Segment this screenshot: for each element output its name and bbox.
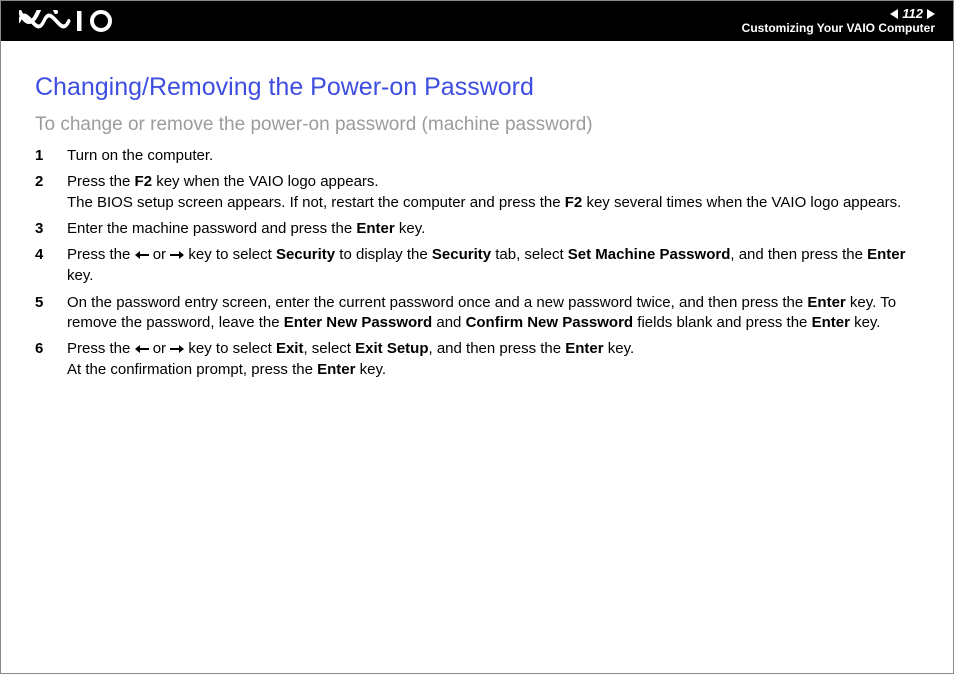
step-3: Enter the machine password and press the… <box>35 219 919 239</box>
menu-exit: Exit <box>276 340 304 357</box>
page-content: Changing/Removing the Power-on Password … <box>1 41 953 381</box>
next-page-icon[interactable] <box>927 9 935 19</box>
arrow-left-icon <box>135 340 149 360</box>
page-number: 112 <box>902 7 923 21</box>
key-enter: Enter <box>807 294 845 311</box>
field-confirm-new-password: Confirm New Password <box>466 314 634 331</box>
step-text: or <box>149 246 171 263</box>
steps-list: Turn on the computer. Press the F2 key w… <box>35 146 919 381</box>
step-text: or <box>149 340 171 357</box>
tab-security: Security <box>432 246 491 263</box>
step-text: , select <box>303 340 355 357</box>
header-right: 112 Customizing Your VAIO Computer <box>742 7 935 35</box>
key-enter: Enter <box>356 220 394 237</box>
key-enter: Enter <box>867 246 905 263</box>
step-text: Turn on the computer. <box>67 147 213 164</box>
key-f2: F2 <box>565 194 583 211</box>
step-text: , and then press the <box>730 246 867 263</box>
step-text: key. <box>67 267 93 284</box>
arrow-right-icon <box>170 246 184 266</box>
key-enter: Enter <box>317 361 355 378</box>
header-bar: 112 Customizing Your VAIO Computer <box>1 1 953 41</box>
step-text: On the password entry screen, enter the … <box>67 294 807 311</box>
menu-security: Security <box>276 246 335 263</box>
step-text: tab, select <box>491 246 568 263</box>
page-nav: 112 <box>742 7 935 21</box>
step-text: Press the <box>67 246 135 263</box>
vaio-logo <box>19 10 119 32</box>
step-text: key several times when the VAIO logo app… <box>582 194 901 211</box>
step-text: At the confirmation prompt, press the <box>67 361 317 378</box>
step-text: , and then press the <box>429 340 566 357</box>
step-2: Press the F2 key when the VAIO logo appe… <box>35 172 919 213</box>
step-text: key. <box>395 220 426 237</box>
step-text: fields blank and press the <box>633 314 811 331</box>
step-text: key. <box>355 361 386 378</box>
page-subtitle: To change or remove the power-on passwor… <box>35 114 919 136</box>
step-text: Press the <box>67 173 135 190</box>
step-text: Press the <box>67 340 135 357</box>
step-text: Enter the machine password and press the <box>67 220 356 237</box>
arrow-right-icon <box>170 340 184 360</box>
key-f2: F2 <box>135 173 153 190</box>
step-5: On the password entry screen, enter the … <box>35 293 919 334</box>
step-6: Press the or key to select Exit, select … <box>35 339 919 381</box>
step-4: Press the or key to select Security to d… <box>35 245 919 287</box>
step-text: key. <box>604 340 635 357</box>
section-label: Customizing Your VAIO Computer <box>742 22 935 35</box>
step-text: to display the <box>335 246 432 263</box>
step-text: The BIOS setup screen appears. If not, r… <box>67 194 565 211</box>
step-1: Turn on the computer. <box>35 146 919 166</box>
arrow-left-icon <box>135 246 149 266</box>
key-enter: Enter <box>812 314 850 331</box>
option-set-machine-password: Set Machine Password <box>568 246 731 263</box>
step-text: key to select <box>184 340 276 357</box>
option-exit-setup: Exit Setup <box>355 340 428 357</box>
field-enter-new-password: Enter New Password <box>284 314 432 331</box>
step-text: key when the VAIO logo appears. <box>152 173 379 190</box>
prev-page-icon[interactable] <box>890 9 898 19</box>
step-text: and <box>432 314 465 331</box>
step-text: key. <box>850 314 881 331</box>
page-title: Changing/Removing the Power-on Password <box>35 73 919 102</box>
step-text: key to select <box>184 246 276 263</box>
key-enter: Enter <box>565 340 603 357</box>
